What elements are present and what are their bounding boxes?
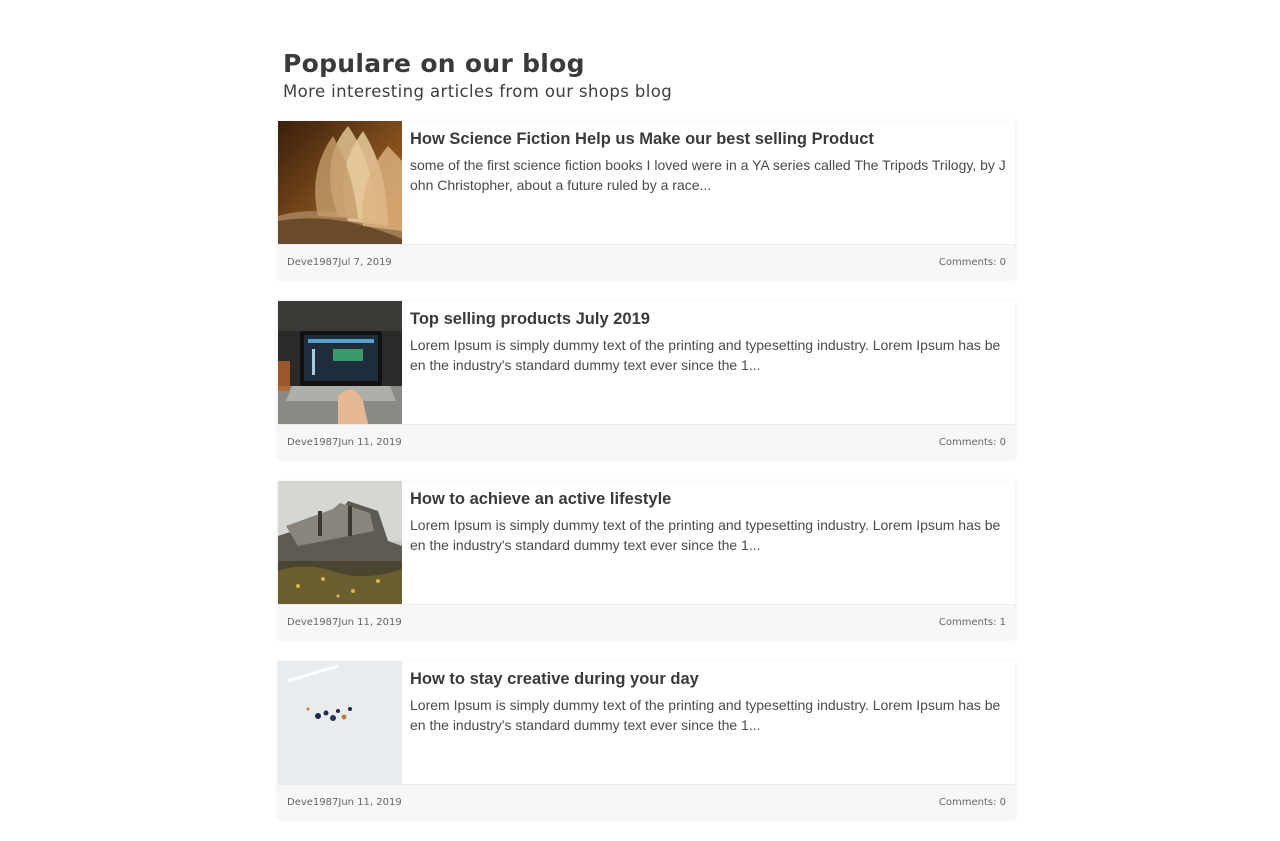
post-author: Deve1987 <box>287 436 339 448</box>
post-thumbnail-book[interactable] <box>278 121 402 244</box>
post-title[interactable]: How to achieve an active lifestyle <box>410 488 1007 510</box>
post-comments: Comments: 0 <box>938 256 1006 268</box>
post-meta: Deve1987Jun 11, 2019 Comments: 0 <box>278 424 1015 459</box>
post-card[interactable]: Top selling products July 2019 Lorem Ips… <box>278 301 1015 459</box>
post-title[interactable]: Top selling products July 2019 <box>410 308 1007 330</box>
post-thumbnail-creative[interactable] <box>278 661 402 784</box>
post-comments: Comments: 0 <box>938 436 1006 448</box>
post-comments: Comments: 0 <box>938 796 1006 808</box>
post-comments: Comments: 1 <box>938 616 1006 628</box>
blog-section: Populare on our blog More interesting ar… <box>278 0 1015 841</box>
post-date: Jun 11, 2019 <box>338 436 402 448</box>
post-excerpt: some of the first science fiction books … <box>410 157 1006 193</box>
post-thumbnail-shipwreck[interactable] <box>278 481 402 604</box>
post-thumbnail-laptop[interactable] <box>278 301 402 424</box>
post-list: How Science Fiction Help us Make our bes… <box>278 121 1015 819</box>
post-card[interactable]: How to stay creative during your day Lor… <box>278 661 1015 819</box>
post-excerpt: Lorem Ipsum is simply dummy text of the … <box>410 697 1001 733</box>
post-excerpt: Lorem Ipsum is simply dummy text of the … <box>410 517 1001 553</box>
post-card[interactable]: How to achieve an active lifestyle Lorem… <box>278 481 1015 639</box>
post-author: Deve1987 <box>287 256 339 268</box>
post-date: Jun 11, 2019 <box>338 616 402 628</box>
post-date: Jul 7, 2019 <box>338 256 392 268</box>
section-header: Populare on our blog More interesting ar… <box>283 48 1015 104</box>
post-title[interactable]: How Science Fiction Help us Make our bes… <box>410 128 1007 150</box>
section-title: Populare on our blog <box>283 49 585 78</box>
post-title[interactable]: How to stay creative during your day <box>410 668 1007 690</box>
post-date: Jun 11, 2019 <box>338 796 402 808</box>
post-meta: Deve1987Jul 7, 2019 Comments: 0 <box>278 244 1015 279</box>
post-excerpt: Lorem Ipsum is simply dummy text of the … <box>410 337 1001 373</box>
post-meta: Deve1987Jun 11, 2019 Comments: 1 <box>278 604 1015 639</box>
post-author: Deve1987 <box>287 796 339 808</box>
post-card[interactable]: How Science Fiction Help us Make our bes… <box>278 121 1015 279</box>
post-meta: Deve1987Jun 11, 2019 Comments: 0 <box>278 784 1015 819</box>
post-author: Deve1987 <box>287 616 339 628</box>
section-subtitle: More interesting articles from our shops… <box>283 82 673 101</box>
